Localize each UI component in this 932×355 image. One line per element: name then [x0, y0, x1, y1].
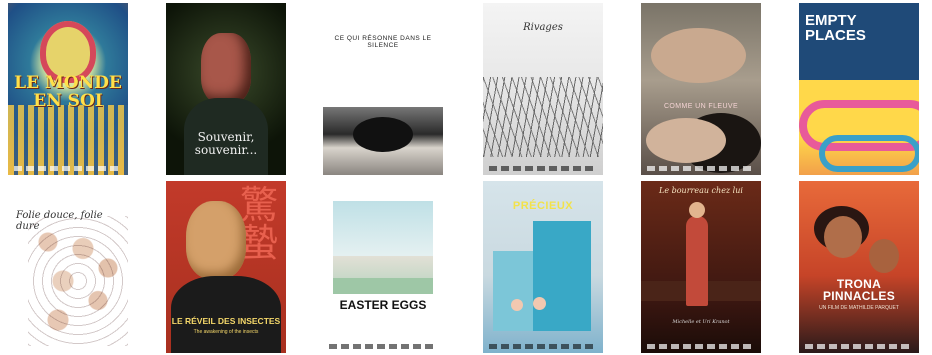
poster-comme-un-fleuve[interactable]: COMME UN FLEUVE	[641, 3, 761, 175]
poster-illustration-child	[511, 299, 523, 311]
poster-souvenir-souvenir[interactable]: Souvenir, souvenir...	[166, 3, 286, 175]
poster-title: PRÉCIEUX	[512, 200, 574, 212]
poster-illustration-face-2	[869, 239, 899, 273]
poster-illustration	[201, 33, 251, 103]
poster-photo	[323, 107, 443, 175]
poster-le-monde-en-soi[interactable]: LE MONDE EN SOI	[8, 3, 128, 175]
poster-le-reveil-des-insectes[interactable]: 驚蟄 LE RÉVEIL DES INSECTES The awakening …	[166, 181, 286, 353]
poster-title: TRONA PINNACLES	[822, 277, 896, 303]
poster-illustration-face	[824, 216, 862, 258]
poster-title: LE MONDE EN SOI	[14, 73, 122, 111]
poster-grid: LE MONDE EN SOI Souvenir, souvenir... CE…	[0, 0, 932, 355]
poster-illustration	[799, 80, 919, 175]
poster-logos	[14, 166, 122, 171]
poster-logos	[489, 166, 597, 171]
poster-logos	[647, 166, 755, 171]
poster-trona-pinnacles[interactable]: TRONA PINNACLES UN FILM DE MATHILDE PARQ…	[799, 181, 919, 353]
poster-easter-eggs[interactable]: EASTER EGGS	[323, 181, 443, 353]
poster-title: Folie douce, folie dure	[16, 210, 103, 232]
poster-logos	[805, 344, 913, 349]
poster-title: EASTER EGGS	[339, 298, 427, 312]
poster-subtitle: The awakening of the insects	[193, 328, 259, 335]
poster-logos	[329, 344, 437, 349]
poster-subtitle: UN FILM DE MATHILDE PARQUET	[819, 305, 899, 311]
poster-folie-douce-folie-dure[interactable]: Folie douce, folie dure	[8, 181, 128, 353]
poster-photo-field	[333, 278, 433, 294]
poster-illustration-door-2	[533, 221, 591, 331]
poster-illustration-suit	[171, 276, 281, 353]
poster-illustration-face	[186, 201, 246, 279]
poster-illustration-bottom	[8, 105, 128, 175]
poster-illustration-child-2	[533, 297, 546, 310]
poster-illustration-figure	[686, 202, 708, 306]
poster-credits: Michelle et Uri Kranot	[672, 319, 730, 325]
poster-title: EMPTY PLACES	[805, 12, 866, 44]
poster-illustration	[483, 77, 603, 157]
poster-title: Le bourreau chez lui	[659, 186, 743, 195]
poster-empty-places[interactable]: EMPTY PLACES	[799, 3, 919, 175]
poster-illustration-door	[493, 251, 533, 331]
poster-photo-sky	[333, 201, 433, 261]
poster-title: CE QUI RÉSONNE DANS LE SILENCE	[334, 35, 432, 49]
poster-title: COMME UN FLEUVE	[663, 103, 739, 110]
poster-title: LE RÉVEIL DES INSECTES The awakening of …	[170, 317, 282, 335]
poster-title: Rivages	[523, 22, 563, 33]
poster-logos	[489, 344, 597, 349]
poster-precieux[interactable]: PRÉCIEUX	[483, 181, 603, 353]
poster-rivages[interactable]: Rivages	[483, 3, 603, 175]
poster-title-main: LE RÉVEIL DES INSECTES	[171, 316, 281, 326]
poster-ce-qui-resonne[interactable]: CE QUI RÉSONNE DANS LE SILENCE	[323, 3, 443, 175]
poster-title: Souvenir, souvenir...	[194, 130, 258, 157]
poster-illustration-face	[651, 28, 746, 83]
poster-logos	[647, 344, 755, 349]
poster-photo-wall	[333, 256, 433, 278]
poster-le-bourreau-chez-lui[interactable]: Le bourreau chez lui Michelle et Uri Kra…	[641, 181, 761, 353]
poster-illustration-face-2	[646, 118, 726, 163]
poster-illustration	[28, 216, 128, 346]
